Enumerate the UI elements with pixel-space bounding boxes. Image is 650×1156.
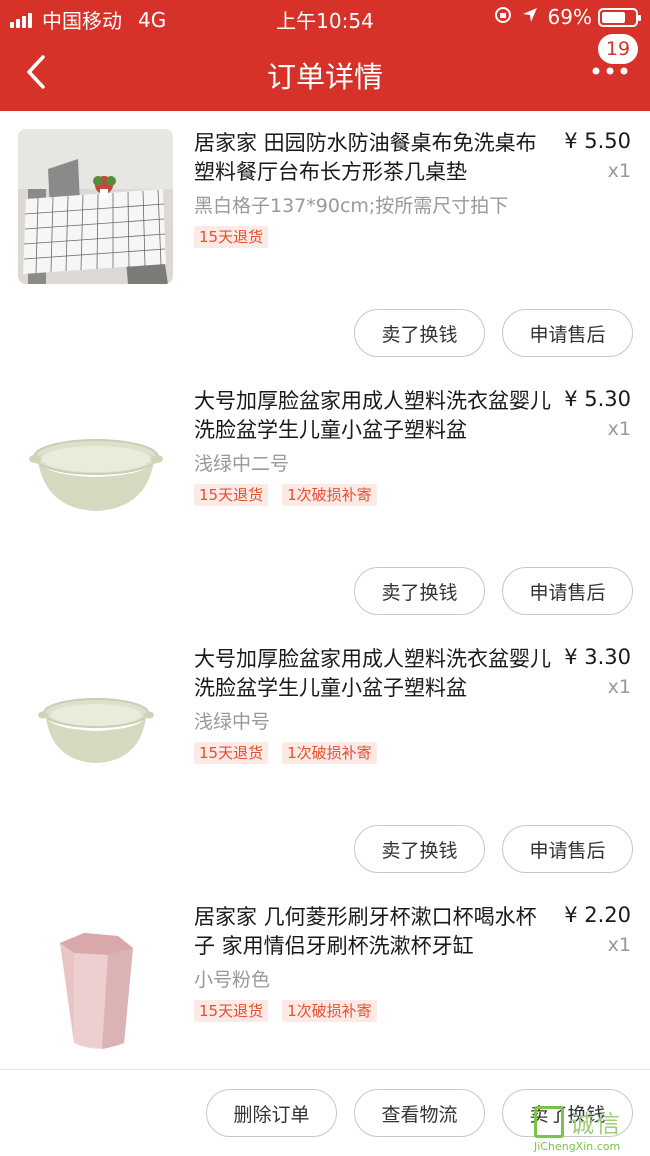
return-tag: 15天退货 [194, 226, 269, 248]
damage-tag: 1次破损补寄 [282, 484, 377, 506]
item-actions: 卖了换钱 申请售后 [337, 567, 633, 615]
return-tag: 15天退货 [194, 1000, 269, 1022]
sell-button[interactable]: 卖了换钱 [354, 567, 485, 615]
return-tag: 15天退货 [194, 484, 269, 506]
product-title[interactable]: 居家家 几何菱形刷牙杯漱口杯喝水杯子 家用情侣牙刷杯洗漱杯牙缸 [194, 903, 554, 961]
rotation-lock-icon [494, 6, 512, 29]
message-badge: 19 [598, 34, 638, 64]
product-qty: x1 [607, 934, 631, 956]
battery-icon [598, 7, 641, 27]
product-price: ¥ 5.50 [564, 129, 631, 153]
sell-button[interactable]: 卖了换钱 [354, 825, 485, 873]
return-tag: 15天退货 [194, 742, 269, 764]
product-price: ¥ 3.30 [564, 645, 631, 669]
tag-list: 15天退货 1次破损补寄 [194, 484, 391, 506]
more-button[interactable]: 19 [590, 34, 638, 86]
page-title: 订单详情 [266, 60, 383, 94]
product-title[interactable]: 大号加厚脸盆家用成人塑料洗衣盆婴儿洗脸盆学生儿童小盆子塑料盆 [194, 387, 554, 445]
product-qty: x1 [607, 676, 631, 698]
watermark-logo-icon [534, 1106, 564, 1138]
product-spec: 浅绿中二号 [194, 453, 290, 475]
item-actions: 卖了换钱 申请售后 [337, 825, 633, 873]
nav-bar: 订单详情 19 [0, 34, 650, 111]
item-actions: 卖了换钱 申请售后 [337, 309, 633, 357]
view-logistics-button[interactable]: 查看物流 [354, 1089, 485, 1137]
product-qty: x1 [607, 418, 631, 440]
product-spec: 浅绿中号 [194, 711, 271, 733]
battery-percent: 69% [547, 5, 592, 29]
product-price: ¥ 2.20 [564, 903, 631, 927]
watermark-text: 诚信 [570, 1110, 622, 1138]
product-price: ¥ 5.30 [564, 387, 631, 411]
damage-tag: 1次破损补寄 [282, 1000, 377, 1022]
damage-tag: 1次破损补寄 [282, 742, 377, 764]
product-title[interactable]: 居家家 田园防水防油餐桌布免洗桌布 塑料餐厅台布长方形茶几桌垫 [194, 129, 554, 187]
product-spec: 小号粉色 [194, 969, 271, 991]
more-dots-icon [592, 67, 628, 75]
delete-order-button[interactable]: 删除订单 [206, 1089, 337, 1137]
sell-button[interactable]: 卖了换钱 [354, 309, 485, 357]
status-right: 69% [494, 5, 641, 29]
after-sales-button[interactable]: 申请售后 [502, 309, 633, 357]
location-arrow-icon [522, 7, 538, 28]
product-title[interactable]: 大号加厚脸盆家用成人塑料洗衣盆婴儿洗脸盆学生儿童小盆子塑料盆 [194, 645, 554, 703]
product-qty: x1 [607, 160, 631, 182]
product-image-basin[interactable] [18, 387, 173, 542]
after-sales-button[interactable]: 申请售后 [502, 567, 633, 615]
app-header: 中国移动 4G 上午10:54 69% 订单详情 19 [0, 0, 650, 111]
watermark-url: JiChengXin.com [534, 1140, 621, 1153]
product-image-cup[interactable] [18, 903, 173, 1058]
product-image-tablecloth[interactable] [18, 129, 173, 284]
product-spec: 黑白格子137*90cm;按所需尺寸拍下 [194, 195, 509, 217]
watermark: 诚信 JiChengXin.com [534, 1102, 648, 1153]
tag-list: 15天退货 1次破损补寄 [194, 742, 391, 764]
status-bar: 中国移动 4G 上午10:54 69% [0, 0, 650, 36]
product-image-basin[interactable] [18, 645, 173, 800]
tag-list: 15天退货 [194, 226, 282, 248]
after-sales-button[interactable]: 申请售后 [502, 825, 633, 873]
tag-list: 15天退货 1次破损补寄 [194, 1000, 391, 1022]
